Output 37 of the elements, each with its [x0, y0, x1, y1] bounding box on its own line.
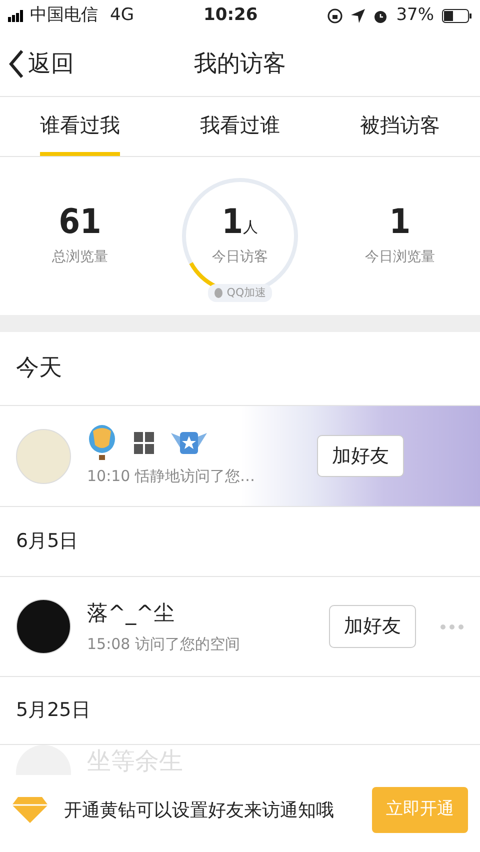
date-heading: 5月25日: [16, 698, 90, 724]
stat-label: 今日访客: [212, 248, 268, 266]
emblem-icon: [133, 430, 155, 455]
visit-status: 15:08 访问了您的空间: [87, 634, 241, 655]
page-title: 我的访客: [194, 50, 286, 79]
battery-icon: [442, 9, 472, 23]
balloon-icon: [87, 424, 117, 461]
stat-value: 1: [388, 204, 412, 238]
network-type: 4G: [110, 4, 134, 28]
signal-icon: [8, 10, 26, 22]
tab[interactable]: 被挡访客: [360, 96, 440, 156]
stat-value: 1: [222, 204, 244, 238]
location-arrow-icon: [351, 9, 366, 23]
tab[interactable]: 我看过谁: [200, 96, 280, 156]
diamond-icon: [12, 797, 48, 823]
tab[interactable]: 谁看过我: [40, 96, 120, 156]
badge-text: QQ加速: [226, 284, 266, 300]
stat-unit: 人: [243, 217, 258, 238]
visitor-name: 落^_^尘: [87, 600, 176, 627]
rotation-lock-icon: [327, 8, 344, 24]
alarm-clock-icon: [373, 8, 388, 24]
add-friend-button[interactable]: 加好友: [317, 434, 404, 478]
date-heading: 今天: [16, 354, 62, 384]
chevron-left-icon: [8, 49, 24, 79]
clock-time: 10:26: [204, 4, 258, 28]
visit-status: 10:10 恬静地访问了您…: [87, 466, 256, 487]
stat-label: 总浏览量: [50, 248, 109, 266]
more-icon: [440, 624, 464, 630]
date-heading: 6月5日: [16, 529, 78, 554]
stat-value: 61: [58, 204, 102, 238]
promo-text: 开通黄钻可以设置好友来访通知哦: [64, 798, 335, 822]
avatar-placeholder: [16, 745, 71, 775]
back-button[interactable]: 返回: [8, 46, 74, 82]
add-friend-button[interactable]: 加好友: [329, 605, 416, 648]
stat-label: 今日浏览量: [364, 248, 436, 266]
carrier-name: 中国电信: [30, 4, 98, 28]
battery-percent: 37%: [396, 4, 434, 28]
